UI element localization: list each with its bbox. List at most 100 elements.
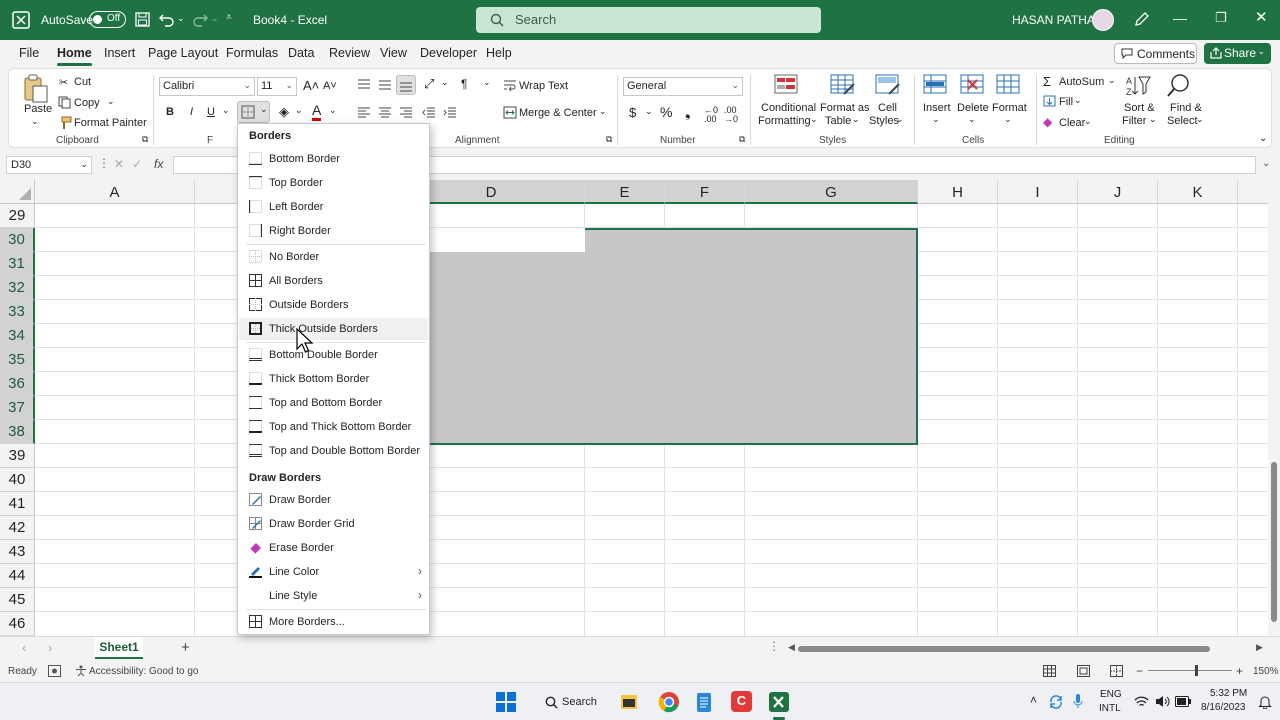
clock-date[interactable]: 8/16/2023: [1201, 702, 1246, 713]
input-language-line2[interactable]: INTL: [1099, 703, 1121, 714]
align-middle-icon[interactable]: [378, 79, 392, 91]
menu-item-line-style[interactable]: Line Style ›: [239, 585, 428, 607]
row-header-29[interactable]: 29: [0, 204, 35, 228]
autosave-toggle[interactable]: Off: [89, 11, 126, 28]
wifi-icon[interactable]: [1134, 695, 1149, 708]
row-header-43[interactable]: 43: [0, 540, 35, 564]
cell-styles-label-2[interactable]: Styles: [869, 115, 899, 127]
align-bottom-button[interactable]: [396, 75, 416, 95]
format-as-table-label-1[interactable]: Format as: [820, 102, 870, 114]
fill-color-icon[interactable]: ◈: [279, 104, 289, 120]
row-header-42[interactable]: 42: [0, 516, 35, 540]
column-header-h[interactable]: H: [918, 180, 998, 204]
redo-dropdown-icon[interactable]: ⌄: [211, 13, 219, 24]
format-painter-label[interactable]: Format Painter: [74, 117, 147, 129]
pen-icon[interactable]: [1134, 12, 1149, 27]
column-header-f[interactable]: F: [665, 180, 745, 204]
row-header-40[interactable]: 40: [0, 468, 35, 492]
menu-item-no-border[interactable]: No Border: [239, 246, 428, 268]
enter-icon[interactable]: ✓: [132, 157, 142, 171]
recorder-app-icon[interactable]: C: [731, 691, 752, 712]
expand-formula-icon[interactable]: ⌄: [1262, 158, 1270, 169]
column-header-j[interactable]: J: [1078, 180, 1158, 204]
align-center-icon[interactable]: [378, 107, 392, 119]
row-header-45[interactable]: 45: [0, 588, 35, 612]
page-layout-view-icon[interactable]: [1077, 665, 1090, 677]
menu-item-bottom-border[interactable]: Bottom Border: [239, 148, 428, 170]
paste-icon[interactable]: [23, 74, 49, 104]
menu-item-top-and-thick-bottom-border[interactable]: Top and Thick Bottom Border: [239, 416, 428, 438]
insert-function-icon[interactable]: fx: [154, 157, 163, 171]
row-header-32[interactable]: 32: [0, 276, 35, 300]
tab-insert[interactable]: Insert: [104, 46, 135, 60]
menu-item-line-color[interactable]: Line Color ›: [239, 561, 428, 583]
comma-style-icon[interactable]: ❟: [685, 104, 691, 121]
row-header-44[interactable]: 44: [0, 564, 35, 588]
sort-dropdown-icon[interactable]: ⌄: [1149, 114, 1157, 125]
font-family-select[interactable]: Calibri ⌄: [159, 77, 255, 96]
paste-dropdown-icon[interactable]: ⌄: [31, 116, 39, 127]
redo-icon[interactable]: [192, 12, 208, 27]
close-icon[interactable]: ✕: [1255, 8, 1268, 26]
orientation-icon[interactable]: ⤢: [424, 76, 434, 92]
insert-dropdown-icon[interactable]: ⌄: [932, 114, 940, 125]
restore-icon[interactable]: ❐: [1215, 10, 1227, 26]
cut-label[interactable]: Cut: [74, 76, 91, 88]
row-header-39[interactable]: 39: [0, 444, 35, 468]
align-right-icon[interactable]: [399, 107, 413, 119]
decrease-font-icon[interactable]: A˅: [323, 80, 337, 92]
sort-filter-label-2[interactable]: Filter: [1122, 115, 1146, 127]
menu-item-top-border[interactable]: Top Border: [239, 172, 428, 194]
fill-color-dropdown-icon[interactable]: ⌄: [295, 105, 303, 116]
sheet-tab-sheet1[interactable]: Sheet1: [95, 637, 143, 659]
customize-qat-icon[interactable]: ⩡: [226, 12, 232, 23]
menu-item-draw-border-grid[interactable]: Draw Border Grid: [239, 513, 428, 535]
zoom-out-button[interactable]: −: [1136, 664, 1143, 678]
find-select-label-2[interactable]: Select: [1167, 115, 1198, 127]
font-color-icon[interactable]: A: [312, 102, 322, 121]
tab-file[interactable]: File: [19, 46, 39, 60]
sort-filter-label-1[interactable]: Sort &: [1124, 102, 1155, 114]
user-name[interactable]: HASAN PATHAN: [1012, 13, 1104, 27]
text-direction-dropdown-icon[interactable]: ⌄: [483, 77, 491, 88]
tab-data[interactable]: Data: [288, 46, 314, 60]
menu-item-left-border[interactable]: Left Border: [239, 196, 428, 218]
row-header-30[interactable]: 30: [0, 228, 35, 252]
scroll-right-icon[interactable]: ▶: [1256, 642, 1263, 653]
align-left-icon[interactable]: [357, 107, 371, 119]
add-sheet-button[interactable]: +: [181, 639, 190, 656]
conditional-formatting-label-2[interactable]: Formatting: [758, 115, 811, 127]
row-header-36[interactable]: 36: [0, 372, 35, 396]
copy-label[interactable]: Copy: [74, 97, 100, 109]
font-size-select[interactable]: 11 ⌄: [257, 77, 297, 96]
insert-cells-label[interactable]: Insert: [923, 102, 951, 114]
conditional-formatting-label-1[interactable]: Conditional: [761, 102, 816, 114]
column-header-e[interactable]: E: [585, 180, 665, 204]
tab-view[interactable]: View: [380, 46, 407, 60]
undo-dropdown-icon[interactable]: ⌄: [177, 13, 185, 24]
menu-item-all-borders[interactable]: All Borders: [239, 270, 428, 292]
share-button[interactable]: Share ⌄: [1204, 43, 1271, 64]
column-header-a[interactable]: A: [35, 180, 195, 204]
previous-sheet-icon[interactable]: ‹: [22, 640, 26, 655]
font-color-dropdown-icon[interactable]: ⌄: [329, 105, 337, 116]
orientation-dropdown-icon[interactable]: ⌄: [441, 77, 449, 88]
alignment-launcher-icon[interactable]: ⧉: [606, 134, 612, 145]
minimize-icon[interactable]: —: [1173, 10, 1187, 26]
windows-start-icon[interactable]: [496, 692, 516, 712]
clear-button[interactable]: Clear: [1059, 117, 1085, 129]
row-header-37[interactable]: 37: [0, 396, 35, 420]
notepad-icon[interactable]: [696, 691, 712, 713]
menu-item-bottom-double-border[interactable]: Bottom Double Border: [239, 344, 428, 366]
vertical-scroll-thumb[interactable]: [1271, 462, 1277, 622]
save-icon[interactable]: [135, 12, 150, 27]
search-box[interactable]: Search: [476, 7, 821, 33]
percent-icon[interactable]: %: [660, 104, 672, 120]
next-sheet-icon[interactable]: ›: [48, 640, 52, 655]
decrease-decimal-icon[interactable]: .00 →0: [724, 106, 738, 124]
autosum-button[interactable]: AutoSum: [1059, 76, 1104, 88]
page-break-view-icon[interactable]: [1110, 665, 1123, 677]
menu-item-erase-border[interactable]: Erase Border: [239, 537, 428, 559]
cell-styles-label-1[interactable]: Cell: [878, 102, 897, 114]
delete-dropdown-icon[interactable]: ⌄: [968, 114, 976, 125]
